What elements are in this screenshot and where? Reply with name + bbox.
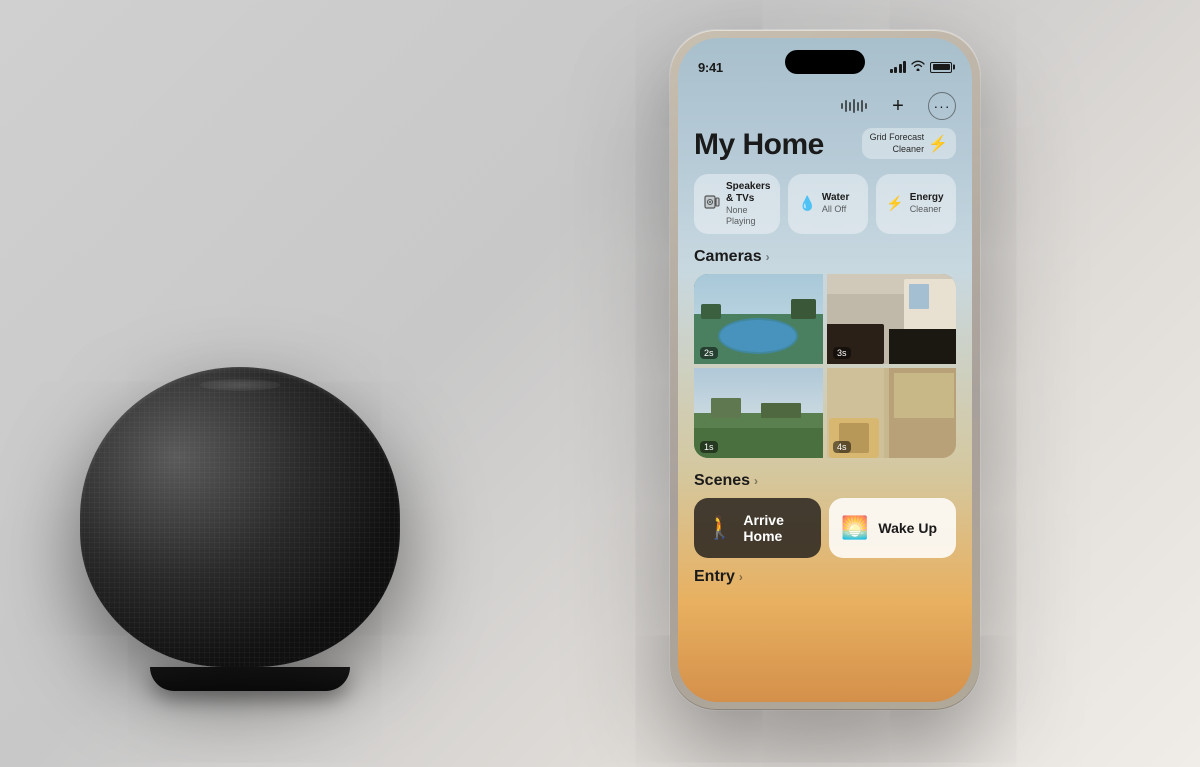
pill-energy-text: Energy Cleaner xyxy=(910,192,944,215)
camera-cell-1[interactable]: 2s xyxy=(694,274,823,364)
home-title: My Home xyxy=(694,128,824,162)
camera-2-timer: 3s xyxy=(833,347,851,359)
energy-icon: ⚡ xyxy=(886,195,903,212)
status-time: 9:41 xyxy=(698,60,723,75)
pill-energy[interactable]: ⚡ Energy Cleaner xyxy=(876,174,956,234)
camera-cell-2[interactable]: 3s xyxy=(827,274,956,364)
entry-section: Entry › xyxy=(694,568,956,586)
camera-3-timer: 1s xyxy=(700,441,718,453)
arrive-home-icon: 🚶 xyxy=(706,515,733,541)
camera-1-timer: 2s xyxy=(700,347,718,359)
battery-icon xyxy=(930,62,952,73)
dynamic-island xyxy=(785,50,865,74)
pill-water[interactable]: 💧 Water All Off xyxy=(788,174,868,234)
scenes-section-header[interactable]: Scenes › xyxy=(694,472,956,490)
waveform-button[interactable] xyxy=(840,92,868,120)
arrive-home-button[interactable]: 🚶 Arrive Home xyxy=(694,498,821,558)
grid-forecast-icon: ⚡ xyxy=(928,134,948,154)
homepod-mini xyxy=(80,367,420,707)
wake-up-icon: 🌅 xyxy=(841,515,868,541)
scenes-chevron: › xyxy=(754,474,758,488)
wifi-icon xyxy=(911,60,925,74)
grid-forecast-text: Grid Forecast Cleaner xyxy=(870,132,925,155)
scenes-row: 🚶 Arrive Home 🌅 Wake Up xyxy=(694,498,956,558)
grid-forecast-badge[interactable]: Grid Forecast Cleaner ⚡ xyxy=(862,128,956,159)
entry-section-header[interactable]: Entry › xyxy=(694,568,956,586)
category-pills: Speakers & TVs None Playing 💧 Water All … xyxy=(694,174,956,234)
app-toolbar: + ··· xyxy=(694,88,956,128)
camera-4-timer: 4s xyxy=(833,441,851,453)
add-button[interactable]: + xyxy=(884,92,912,120)
iphone-device: 9:41 xyxy=(670,30,980,730)
speakers-icon xyxy=(704,195,720,212)
scenes-section: Scenes › 🚶 Arrive Home 🌅 Wake Up xyxy=(694,472,956,558)
iphone-screen: 9:41 xyxy=(678,38,972,702)
home-title-area: My Home Grid Forecast Cleaner ⚡ xyxy=(694,128,956,162)
cameras-chevron: › xyxy=(766,250,770,264)
wake-up-button[interactable]: 🌅 Wake Up xyxy=(829,498,956,558)
iphone-frame: 9:41 xyxy=(670,30,980,710)
water-icon: 💧 xyxy=(798,195,815,212)
home-app-content: + ··· My Home Grid Forecast Cleaner ⚡ xyxy=(678,88,972,702)
entry-chevron: › xyxy=(739,570,743,584)
cameras-section-header[interactable]: Cameras › xyxy=(694,248,956,266)
arrive-home-label: Arrive Home xyxy=(743,512,809,544)
camera-cell-4[interactable]: 4s xyxy=(827,368,956,458)
pill-speakers-tvs[interactable]: Speakers & TVs None Playing xyxy=(694,174,780,234)
signal-icon xyxy=(890,61,907,73)
more-button[interactable]: ··· xyxy=(928,92,956,120)
pill-speakers-text: Speakers & TVs None Playing xyxy=(726,181,770,227)
camera-grid: 2s 3s xyxy=(694,274,956,458)
camera-cell-3[interactable]: 1s xyxy=(694,368,823,458)
status-icons xyxy=(890,60,953,74)
wake-up-label: Wake Up xyxy=(878,520,937,536)
pill-water-text: Water All Off xyxy=(822,192,849,215)
